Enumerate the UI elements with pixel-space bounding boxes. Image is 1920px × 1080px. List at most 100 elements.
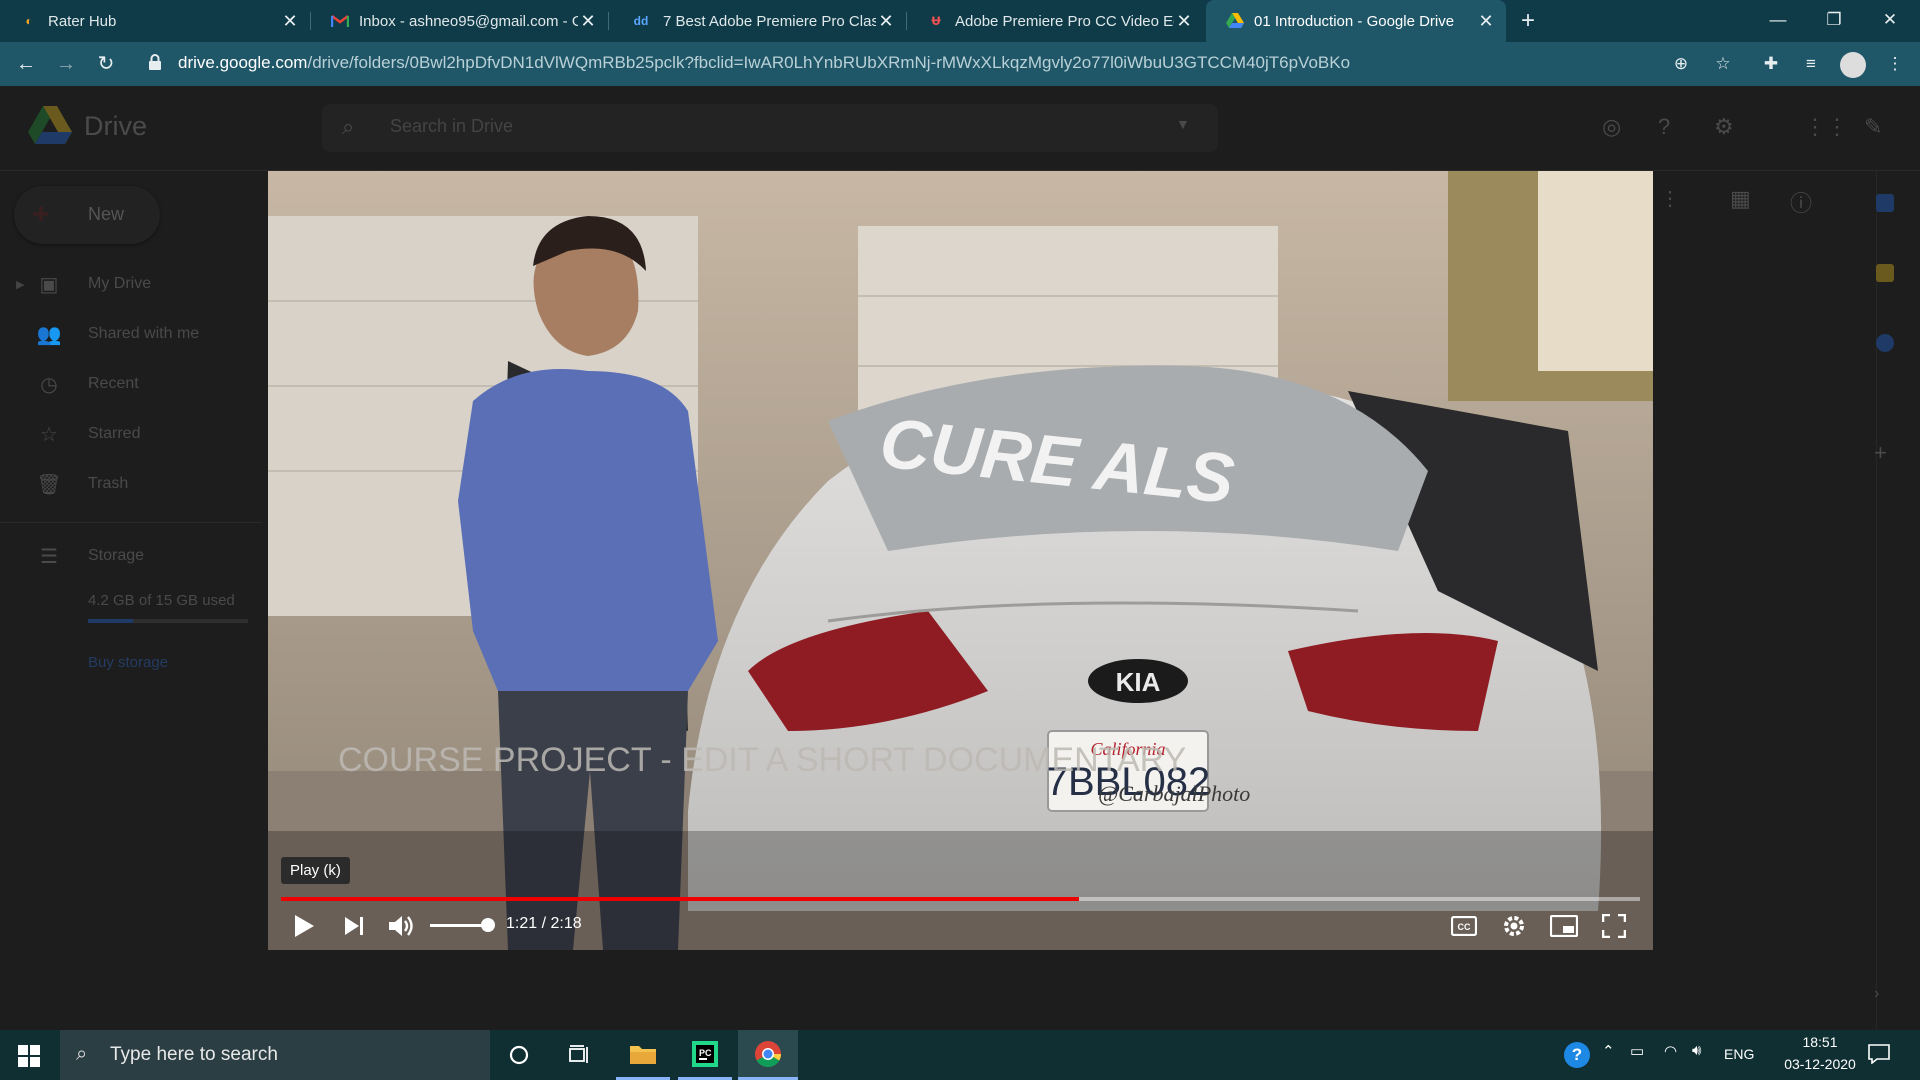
- nav-recent[interactable]: Recent: [88, 375, 139, 393]
- calendar-addon-icon[interactable]: [1876, 194, 1894, 212]
- search-options-icon[interactable]: ▼: [1176, 116, 1190, 132]
- drive-logo-icon[interactable]: [28, 106, 72, 151]
- help-tray-icon[interactable]: ?: [1564, 1042, 1590, 1068]
- lock-icon[interactable]: [148, 54, 162, 70]
- buy-storage-link[interactable]: Buy storage: [88, 654, 168, 671]
- show-hidden-icons-chevron[interactable]: ⌃: [1602, 1042, 1615, 1060]
- tab-adobe-premiere-classes[interactable]: dd 7 Best Adobe Premiere Pro Class ✕: [609, 0, 906, 42]
- nav-storage[interactable]: Storage: [88, 547, 144, 565]
- miniplayer-button[interactable]: [1546, 908, 1582, 944]
- file-explorer-icon[interactable]: [616, 1030, 670, 1080]
- language-indicator[interactable]: ENG: [1724, 1046, 1754, 1062]
- expand-arrow-icon[interactable]: ▶: [16, 278, 24, 291]
- close-tab-icon[interactable]: ✕: [1174, 11, 1194, 32]
- nav-starred[interactable]: Starred: [88, 425, 140, 443]
- dd-icon: dd: [633, 14, 649, 28]
- tab-google-drive[interactable]: 01 Introduction - Google Drive ✕: [1206, 0, 1506, 42]
- trash-icon: 🗑: [36, 474, 62, 496]
- captions-button[interactable]: CC: [1446, 908, 1482, 944]
- next-button[interactable]: [336, 908, 372, 944]
- account-avatar-icon[interactable]: ✎: [1864, 114, 1882, 140]
- plus-icon: +: [32, 198, 50, 231]
- settings-gear-icon[interactable]: ⚙: [1714, 114, 1734, 140]
- wifi-icon[interactable]: ◠: [1664, 1042, 1677, 1060]
- back-icon[interactable]: ←: [12, 50, 40, 78]
- url-host: drive.google.com: [178, 53, 308, 72]
- url-path: /drive/folders/0Bwl2hpDfvDN1dVlWQmRBb25p…: [307, 53, 1351, 72]
- storage-bar-fill: [88, 619, 133, 623]
- gmail-icon: [331, 12, 349, 30]
- close-tab-icon[interactable]: ✕: [578, 11, 598, 32]
- gear-icon: [1504, 916, 1524, 936]
- chrome-taskbar-icon[interactable]: [738, 1030, 798, 1080]
- close-tab-icon[interactable]: ✕: [876, 11, 896, 32]
- task-view-icon[interactable]: [552, 1030, 606, 1080]
- skip-next-icon: [345, 917, 363, 935]
- extensions-icon[interactable]: ✚: [1758, 52, 1784, 76]
- svg-text:CC: CC: [1458, 922, 1471, 932]
- close-tab-icon[interactable]: ✕: [1476, 11, 1496, 32]
- offline-status-icon[interactable]: ◎: [1602, 114, 1621, 140]
- expand-panel-icon[interactable]: ›: [1874, 985, 1879, 1003]
- media-control-icon[interactable]: ≡: [1798, 52, 1824, 76]
- shared-with-me-icon: 👥: [36, 324, 62, 346]
- drive-logo-text[interactable]: Drive: [84, 111, 147, 142]
- play-button[interactable]: [286, 908, 322, 944]
- close-tab-icon[interactable]: ✕: [280, 11, 300, 32]
- tasks-addon-icon[interactable]: [1876, 334, 1894, 352]
- minimize-button[interactable]: —: [1750, 0, 1806, 40]
- volume-slider[interactable]: [430, 924, 488, 927]
- reload-icon[interactable]: ↻: [92, 50, 120, 78]
- play-tooltip: Play (k): [281, 857, 350, 884]
- time-display: 1:21 / 2:18: [506, 915, 582, 932]
- fullscreen-button[interactable]: [1596, 908, 1632, 944]
- search-icon: ⌕: [76, 1043, 88, 1065]
- storage-icon: ☰: [40, 546, 58, 568]
- search-icon[interactable]: ⌕: [342, 114, 354, 140]
- new-tab-button[interactable]: +: [1514, 8, 1542, 34]
- pycharm-icon[interactable]: PC: [678, 1030, 732, 1080]
- info-icon[interactable]: ⓘ: [1790, 186, 1812, 218]
- my-drive-icon: ▣: [39, 274, 59, 296]
- forward-icon[interactable]: →: [52, 50, 80, 78]
- mute-button[interactable]: [384, 908, 420, 944]
- settings-button[interactable]: [1496, 908, 1532, 944]
- video-player[interactable]: CURE ALS KIA California 7BBL082 COURSE P…: [268, 171, 1653, 950]
- grid-view-icon[interactable]: ▦: [1730, 186, 1751, 212]
- install-app-icon[interactable]: ⊕: [1668, 52, 1694, 76]
- storage-used-text: 4.2 GB of 15 GB used: [88, 592, 235, 609]
- taskbar-search-input[interactable]: Type here to search: [110, 1044, 278, 1066]
- close-window-button[interactable]: ✕: [1862, 0, 1918, 40]
- miniplayer-icon: [1550, 915, 1578, 937]
- notifications-icon[interactable]: [1868, 1044, 1890, 1069]
- tab-gmail[interactable]: Inbox - ashneo95@gmail.com - G ✕: [311, 0, 608, 42]
- nav-my-drive[interactable]: My Drive: [88, 275, 151, 293]
- bookmark-star-icon[interactable]: ☆: [1710, 52, 1736, 76]
- apps-grid-icon[interactable]: ⋮⋮: [1804, 114, 1848, 140]
- speaker-icon[interactable]: 🔊︎: [1692, 1042, 1701, 1059]
- profile-avatar[interactable]: [1840, 52, 1866, 78]
- cortana-icon[interactable]: [492, 1030, 546, 1080]
- chrome-menu-icon[interactable]: ⋮: [1882, 52, 1908, 76]
- restore-button[interactable]: ❐: [1806, 0, 1862, 40]
- nav-trash[interactable]: Trash: [88, 475, 128, 493]
- video-caption-text: COURSE PROJECT - EDIT A SHORT DOCUMENTAR…: [338, 741, 1186, 779]
- volume-slider-handle[interactable]: [481, 918, 495, 932]
- drive-search-input[interactable]: Search in Drive: [390, 116, 513, 137]
- battery-icon[interactable]: ▭: [1630, 1042, 1644, 1060]
- tab-title: 7 Best Adobe Premiere Pro Class: [663, 12, 876, 30]
- more-options-icon[interactable]: ⋮: [1660, 186, 1680, 211]
- get-addons-plus-icon[interactable]: +: [1874, 440, 1887, 466]
- side-panel-divider: [1876, 170, 1877, 1030]
- volume-icon: [389, 916, 413, 936]
- help-icon[interactable]: ?: [1658, 114, 1670, 140]
- tab-udemy-premiere[interactable]: ᵾ Adobe Premiere Pro CC Video Ed ✕: [907, 0, 1204, 42]
- address-bar[interactable]: drive.google.com/drive/folders/0Bwl2hpDf…: [178, 53, 1350, 73]
- car-brand-text: KIA: [1116, 667, 1161, 697]
- clock-date[interactable]: 03-12-2020: [1768, 1056, 1872, 1072]
- tab-rater-hub[interactable]: ◐ Rater Hub ✕: [0, 0, 310, 42]
- clock-time[interactable]: 18:51: [1790, 1034, 1850, 1050]
- nav-shared-with-me[interactable]: Shared with me: [88, 325, 199, 343]
- keep-addon-icon[interactable]: [1876, 264, 1894, 282]
- windows-start-icon[interactable]: [18, 1045, 40, 1072]
